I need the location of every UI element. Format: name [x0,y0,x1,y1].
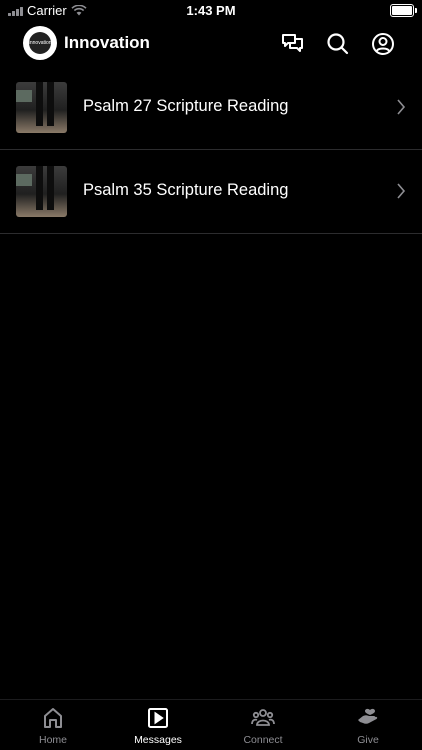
battery-icon [390,4,417,17]
search-button[interactable] [325,31,351,57]
message-thumbnail [16,82,67,133]
item-title: Psalm 27 Scripture Reading [83,97,289,115]
logo-text: Innovation [28,32,52,54]
play-square-icon [148,708,168,728]
tab-messages-label: Messages [134,734,182,746]
list-item[interactable]: Psalm 35 Scripture Reading [0,150,422,234]
app-header: Innovation Innovation [0,26,422,62]
hand-icon [358,708,378,724]
clock: 1:43 PM [186,3,236,18]
tab-messages[interactable]: Messages [123,706,193,746]
tab-give[interactable]: Give [333,706,403,746]
church-logo[interactable]: Innovation [23,26,57,60]
tab-connect[interactable]: Connect [228,706,298,746]
page-title: Innovation [64,33,150,52]
message-thumbnail [16,166,67,217]
tab-connect-label: Connect [243,734,283,746]
tab-home-label: Home [38,734,67,746]
search-icon [327,33,349,55]
people-icon [251,709,275,726]
tab-bar: Home Messages Connect Give [0,699,422,750]
status-bar: Carrier 1:43 PM [0,0,422,22]
item-title: Psalm 35 Scripture Reading [83,181,289,199]
tab-give-label: Give [357,734,379,746]
chat-button[interactable] [280,31,306,57]
chevron-right-icon [397,183,406,199]
chevron-right-icon [397,99,406,115]
messages-list: Psalm 27 Scripture Reading Psalm 35 Scri… [0,66,422,234]
user-circle-icon [372,33,394,55]
home-icon [44,708,62,728]
tab-home[interactable]: Home [18,706,88,746]
profile-button[interactable] [370,31,396,57]
list-item[interactable]: Psalm 27 Scripture Reading [0,66,422,150]
chat-icon [282,34,303,52]
